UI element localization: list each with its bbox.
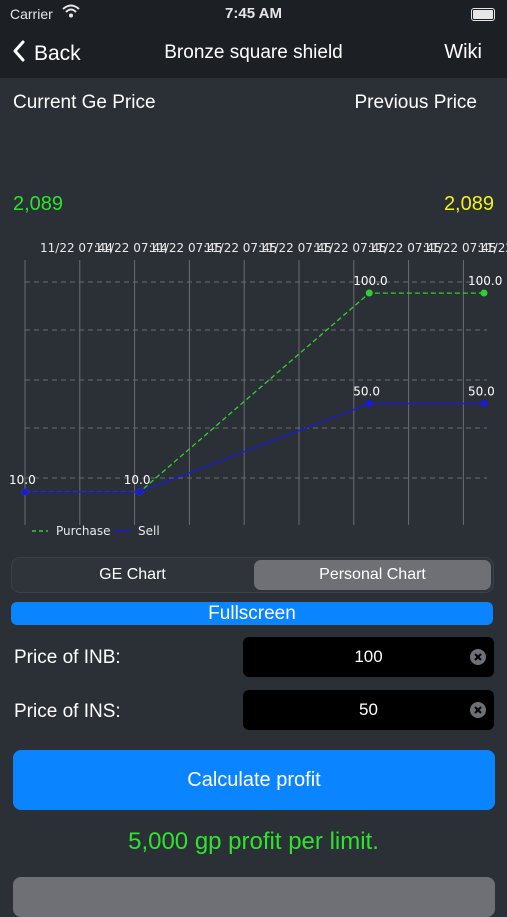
data-point-purchase <box>365 289 373 297</box>
data-label: 10.0 <box>124 473 151 487</box>
series-line-purchase <box>25 292 484 493</box>
data-label: 100.0 <box>353 274 387 288</box>
profit-result: 5,000 gp profit per limit. <box>128 828 379 855</box>
ins-price-field <box>243 690 494 730</box>
calculate-profit-button[interactable]: Calculate profit <box>13 750 495 810</box>
previous-price-value: 2,089 <box>443 193 494 215</box>
legend-label: Sell <box>138 524 160 538</box>
wiki-button[interactable]: Wiki <box>444 41 482 64</box>
personal-price-chart: 11/22 07:4411/22 07:4411/22 07:4511/22 0… <box>9 241 507 538</box>
series-line-sell <box>25 402 484 493</box>
inb-price-input[interactable] <box>243 637 494 677</box>
secondary-button[interactable] <box>13 877 495 917</box>
current-price-label: Current Ge Price <box>13 92 156 113</box>
ins-price-input[interactable] <box>243 690 494 730</box>
tab-personal-chart[interactable]: Personal Chart <box>254 560 491 590</box>
ins-price-label: Price of INS: <box>14 701 121 722</box>
data-point-purchase <box>480 289 488 297</box>
inb-price-field <box>243 637 494 677</box>
data-point-sell <box>480 400 488 408</box>
back-button[interactable]: Back <box>12 40 81 68</box>
data-label: 10.0 <box>9 473 36 487</box>
current-price-value: 2,089 <box>13 193 64 215</box>
data-point-sell <box>21 488 29 496</box>
battery-icon <box>471 8 495 21</box>
chart-segmented-control: GE Chart Personal Chart <box>11 557 494 593</box>
tab-ge-chart[interactable]: GE Chart <box>14 560 251 590</box>
clear-icon[interactable] <box>470 649 486 665</box>
legend-label: Purchase <box>56 524 111 538</box>
chevron-left-icon <box>12 40 26 68</box>
navigation-bar: Back Bronze square shield Wiki <box>0 28 507 78</box>
status-time: 7:45 AM <box>225 5 282 22</box>
previous-price-label: Previous Price <box>354 92 478 113</box>
data-point-sell <box>136 488 144 496</box>
inb-price-label: Price of INB: <box>14 647 121 668</box>
clear-icon[interactable] <box>470 702 486 718</box>
data-label: 50.0 <box>353 385 380 399</box>
data-label: 100.0 <box>468 274 502 288</box>
x-tick-label: 11/22 07:45 <box>478 241 507 255</box>
data-label: 50.0 <box>468 385 495 399</box>
back-label: Back <box>34 42 81 65</box>
data-point-sell <box>365 400 373 408</box>
fullscreen-button[interactable]: Fullscreen <box>11 602 493 625</box>
status-bar: Carrier 7:45 AM <box>0 0 507 28</box>
